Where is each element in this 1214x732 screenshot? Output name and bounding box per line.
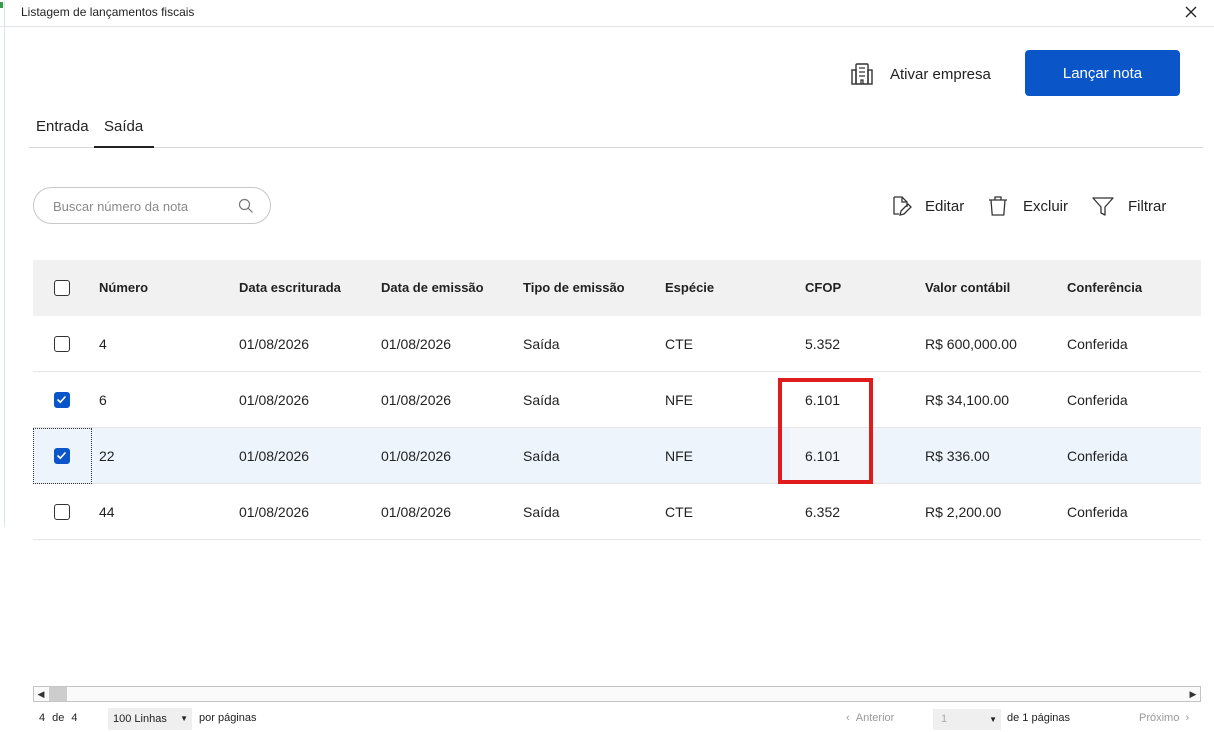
cell-tipo-emissao: Saída [523,504,560,520]
cell-valor-contabil: R$ 34,100.00 [925,392,1010,408]
table-header: Número Data escriturada Data de emissão … [33,260,1201,316]
cell-numero: 44 [99,504,115,520]
window-title: Listagem de lançamentos fiscais [21,5,195,19]
pagination-bar: 4 de 4 100 Linhas ▼ por páginas ‹ Anterior… [0,708,1214,730]
cfop-highlight-box [778,378,873,484]
column-header-especie[interactable]: Espécie [665,260,714,316]
total-count: 4 [71,712,78,724]
column-header-data-emissao[interactable]: Data de emissão [381,260,484,316]
cell-valor-contabil: R$ 600,000.00 [925,336,1017,352]
cell-conferencia: Conferida [1067,448,1128,464]
column-header-cfop[interactable]: CFOP [805,260,841,316]
trash-icon [989,196,1007,216]
checkmark-icon [56,451,67,460]
cell-data-emissao: 01/08/2026 [381,504,452,520]
filter-icon [1092,197,1114,216]
search-input[interactable] [53,197,233,215]
edit-button[interactable]: Editar [888,192,964,220]
select-all-checkbox[interactable] [54,280,70,296]
cell-data-emissao: 01/08/2026 [381,392,452,408]
scrollbar-thumb[interactable] [49,687,67,701]
column-header-data-escriturada[interactable]: Data escriturada [239,260,341,316]
cell-data-emissao: 01/08/2026 [381,448,452,464]
rows-per-page-select[interactable]: 100 Linhas ▼ [108,708,192,730]
checkmark-icon [56,395,67,404]
column-header-numero[interactable]: Número [99,260,148,316]
table-row[interactable]: 6 01/08/2026 01/08/2026 Saída NFE 6.101 … [33,372,1201,428]
building-icon [851,63,873,85]
ativar-empresa-label: Ativar empresa [890,65,991,83]
filter-button[interactable]: Filtrar [1091,192,1166,220]
cell-conferencia: Conferida [1067,392,1128,408]
cell-numero: 4 [99,336,107,352]
title-bar: Listagem de lançamentos fiscais [0,0,1214,27]
cell-data-escriturada: 01/08/2026 [239,448,310,464]
horizontal-scrollbar[interactable]: ◀ ▶ [33,686,1201,702]
delete-label: Excluir [1023,197,1069,215]
edit-label: Editar [925,197,965,215]
cell-especie: CTE [665,336,693,352]
previous-label: Anterior [855,712,895,724]
row-checkbox[interactable] [54,504,70,520]
row-checkbox[interactable] [54,392,70,408]
rows-per-page-value: 100 Linhas [113,713,167,725]
cell-data-escriturada: 01/08/2026 [239,336,310,352]
tab-entrada[interactable]: Entrada [36,118,89,148]
row-checkbox[interactable] [54,336,70,352]
row-checkbox[interactable] [54,448,70,464]
left-window-strip [0,0,5,527]
cell-cfop: 6.352 [805,504,841,520]
table-row[interactable]: 4 01/08/2026 01/08/2026 Saída CTE 5.352 … [33,316,1201,372]
cell-tipo-emissao: Saída [523,448,560,464]
column-header-valor-contabil[interactable]: Valor contábil [925,260,1010,316]
search-icon[interactable] [238,198,254,214]
pages-label: de 1 páginas [1007,712,1070,724]
cell-numero: 6 [99,392,107,408]
scroll-right-icon[interactable]: ▶ [1186,687,1200,701]
previous-page-button[interactable]: ‹ Anterior [846,712,894,724]
delete-button[interactable]: Excluir [986,192,1068,220]
filter-label: Filtrar [1128,197,1167,215]
table-row[interactable]: 22 01/08/2026 01/08/2026 Saída NFE 6.101… [33,428,1201,484]
cell-valor-contabil: R$ 336.00 [925,448,990,464]
cell-especie: CTE [665,504,693,520]
cell-especie: NFE [665,448,693,464]
tab-saida[interactable]: Saída [94,118,154,148]
shown-count: 4 [39,712,46,724]
page-select[interactable]: 1 ▼ [933,709,1001,730]
cell-tipo-emissao: Saída [523,392,560,408]
table-row[interactable]: 44 01/08/2026 01/08/2026 Saída CTE 6.352… [33,484,1201,540]
cell-data-escriturada: 01/08/2026 [239,504,310,520]
column-header-tipo-emissao[interactable]: Tipo de emissão [523,260,625,316]
edit-document-icon [893,196,912,216]
record-count: 4 de 4 [39,712,85,724]
cell-conferencia: Conferida [1067,336,1128,352]
per-page-label: por páginas [199,712,257,724]
cell-conferencia: Conferida [1067,504,1128,520]
cell-tipo-emissao: Saída [523,336,560,352]
cell-cfop: 5.352 [805,336,841,352]
ativar-empresa-button[interactable]: Ativar empresa [849,60,991,88]
cell-valor-contabil: R$ 2,200.00 [925,504,1002,520]
chevron-down-icon: ▼ [180,714,188,723]
column-header-conferencia[interactable]: Conferência [1067,260,1142,316]
of-label: de [52,712,65,724]
chevron-down-icon: ▼ [989,715,997,724]
lancar-nota-button[interactable]: Lançar nota [1025,50,1180,96]
cell-data-escriturada: 01/08/2026 [239,392,310,408]
scroll-left-icon[interactable]: ◀ [34,687,48,701]
close-icon[interactable] [1182,2,1200,22]
cell-data-emissao: 01/08/2026 [381,336,452,352]
cell-especie: NFE [665,392,693,408]
search-box [33,187,271,224]
next-label: Próximo [1139,712,1180,724]
tab-bar: Entrada Saída [29,118,1203,148]
current-page: 1 [941,713,948,725]
cell-numero: 22 [99,448,115,464]
next-page-button[interactable]: Próximo › [1139,712,1189,724]
